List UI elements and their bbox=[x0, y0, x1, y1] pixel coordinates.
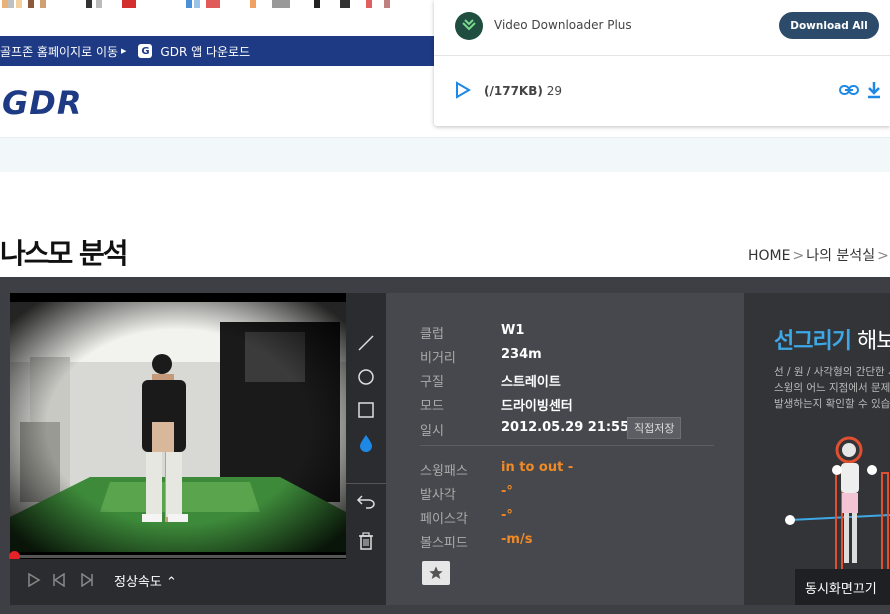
guide-illustration bbox=[785, 436, 890, 573]
info-divider bbox=[420, 445, 714, 446]
drawing-toolbar bbox=[346, 293, 386, 605]
guide-title-rest: 해보 bbox=[856, 329, 890, 354]
dual-view-toggle-button[interactable]: 동시화면끄기 bbox=[795, 569, 890, 605]
next-frame-icon[interactable] bbox=[79, 572, 95, 589]
info-value: W1 bbox=[501, 323, 525, 338]
breadcrumb-analysis[interactable]: 나의 분석실 bbox=[806, 248, 875, 264]
metric-row-ball-speed: 볼스피드 -m/s bbox=[420, 532, 532, 551]
metric-row-face-angle: 페이스각 -° bbox=[420, 508, 513, 527]
undo-icon[interactable] bbox=[356, 491, 376, 511]
nav-band bbox=[0, 137, 890, 172]
playback-speed-label: 정상속도 bbox=[114, 575, 162, 590]
gdr-app-download-label: GDR 앱 다운로드 bbox=[160, 44, 251, 59]
video-file-info: (/177KB) 29 bbox=[484, 84, 562, 98]
drawing-guide-panel: 선그리기 해보 선 / 원 / 사각형의 간단한 시 스윙의 어느 지점에서 문… bbox=[744, 293, 890, 605]
guide-title-highlight: 선그리기 bbox=[774, 329, 852, 354]
line-tool-icon[interactable] bbox=[356, 333, 376, 353]
guide-desc-line: 발생하는지 확인할 수 있습 bbox=[774, 398, 890, 410]
star-icon bbox=[429, 566, 443, 579]
breadcrumb-home[interactable]: HOME bbox=[748, 248, 790, 264]
info-label: 구질 bbox=[420, 375, 444, 390]
breadcrumb: HOME > 나의 분석실 > bbox=[748, 245, 890, 265]
breadcrumb-separator-icon: > bbox=[792, 248, 805, 264]
analysis-panel: 정상속도 ⌃ 클럽 W1 비거리 234m 구질 스트레이트 모드 드라이빙센터… bbox=[0, 277, 890, 614]
video-item-row: (/177KB) 29 bbox=[434, 56, 890, 126]
guide-desc-line: 스윙의 어느 지점에서 문제 bbox=[774, 382, 890, 394]
bookmark-color-strip bbox=[0, 0, 440, 8]
rectangle-tool-icon[interactable] bbox=[356, 400, 376, 420]
metric-label: 볼스피드 bbox=[420, 536, 468, 551]
trash-icon[interactable] bbox=[356, 531, 376, 551]
guide-desc-line: 선 / 원 / 사각형의 간단한 시 bbox=[774, 366, 890, 378]
metric-value: -° bbox=[501, 508, 513, 523]
guide-title: 선그리기 해보 bbox=[774, 323, 890, 355]
download-all-button[interactable]: Download All bbox=[779, 12, 879, 39]
playback-speed-select[interactable]: 정상속도 ⌃ bbox=[114, 571, 177, 590]
color-drop-icon[interactable] bbox=[356, 433, 376, 453]
chevron-up-icon: ⌃ bbox=[165, 575, 177, 590]
direct-save-button[interactable]: 직접저장 bbox=[627, 417, 682, 439]
copy-link-icon[interactable] bbox=[839, 82, 859, 101]
info-row-mode: 모드 드라이빙센터 bbox=[420, 395, 573, 414]
swing-video-frame bbox=[10, 302, 346, 552]
gdr-app-download-link[interactable]: G GDR 앱 다운로드 bbox=[138, 43, 250, 60]
info-value: 스트레이트 bbox=[501, 375, 561, 390]
video-file-count: 29 bbox=[546, 84, 562, 98]
metric-label: 발사각 bbox=[420, 488, 456, 503]
extension-name: Video Downloader Plus bbox=[494, 18, 632, 32]
popup-header: Video Downloader Plus Download All bbox=[434, 0, 890, 56]
caret-right-icon: ▶ bbox=[121, 47, 127, 55]
info-label: 모드 bbox=[420, 399, 444, 414]
video-file-size: (/177KB) bbox=[484, 84, 543, 98]
info-row-distance: 비거리 234m bbox=[420, 347, 542, 366]
download-icon[interactable] bbox=[866, 81, 882, 103]
info-value: 드라이빙센터 bbox=[501, 399, 573, 414]
toolbar-divider bbox=[346, 483, 386, 484]
gdr-logo[interactable]: GDR bbox=[2, 84, 82, 122]
info-row-datetime: 일시 2012.05.29 21:55 bbox=[420, 420, 629, 439]
gdr-app-icon: G bbox=[138, 44, 153, 58]
circle-tool-icon[interactable] bbox=[356, 367, 376, 387]
metric-value: -° bbox=[501, 484, 513, 499]
page-title: 나스모 분석 bbox=[0, 237, 129, 270]
video-downloader-popup: Video Downloader Plus Download All (/177… bbox=[434, 0, 890, 126]
video-progress-bar[interactable] bbox=[9, 551, 346, 562]
metric-label: 스윙패스 bbox=[420, 464, 468, 479]
play-icon[interactable] bbox=[26, 572, 42, 589]
golfzon-home-label: 골프존 홈페이지로 이동 bbox=[0, 44, 119, 59]
metric-row-swing-path: 스윙패스 in to out - bbox=[420, 460, 573, 479]
dual-view-label: 동시화면끄기 bbox=[805, 582, 877, 597]
swing-video-player[interactable]: 정상속도 ⌃ bbox=[9, 293, 386, 605]
info-label: 일시 bbox=[420, 424, 444, 439]
metric-row-launch-angle: 발사각 -° bbox=[420, 484, 513, 503]
swing-info-panel: 클럽 W1 비거리 234m 구질 스트레이트 모드 드라이빙센터 일시 201… bbox=[386, 293, 744, 605]
metric-label: 페이스각 bbox=[420, 512, 468, 527]
video-downloader-logo-icon bbox=[455, 12, 483, 40]
metric-value: -m/s bbox=[501, 532, 533, 547]
info-row-ball-flight: 구질 스트레이트 bbox=[420, 371, 561, 390]
metric-value: in to out - bbox=[501, 460, 574, 475]
info-label: 클럽 bbox=[420, 327, 444, 342]
info-row-club: 클럽 W1 bbox=[420, 323, 524, 342]
info-value: 2012.05.29 21:55 bbox=[501, 420, 630, 435]
play-icon[interactable] bbox=[455, 81, 471, 103]
breadcrumb-separator-icon: > bbox=[877, 248, 889, 264]
previous-frame-icon[interactable] bbox=[51, 572, 67, 589]
info-value: 234m bbox=[501, 347, 542, 362]
golfzon-home-link[interactable]: 골프존 홈페이지로 이동 ▶ bbox=[0, 43, 126, 60]
guide-description: 선 / 원 / 사각형의 간단한 시 스윙의 어느 지점에서 문제 발생하는지 … bbox=[774, 364, 890, 412]
info-label: 비거리 bbox=[420, 351, 456, 366]
favorite-button[interactable] bbox=[422, 561, 450, 585]
player-controls: 정상속도 ⌃ bbox=[10, 559, 386, 605]
